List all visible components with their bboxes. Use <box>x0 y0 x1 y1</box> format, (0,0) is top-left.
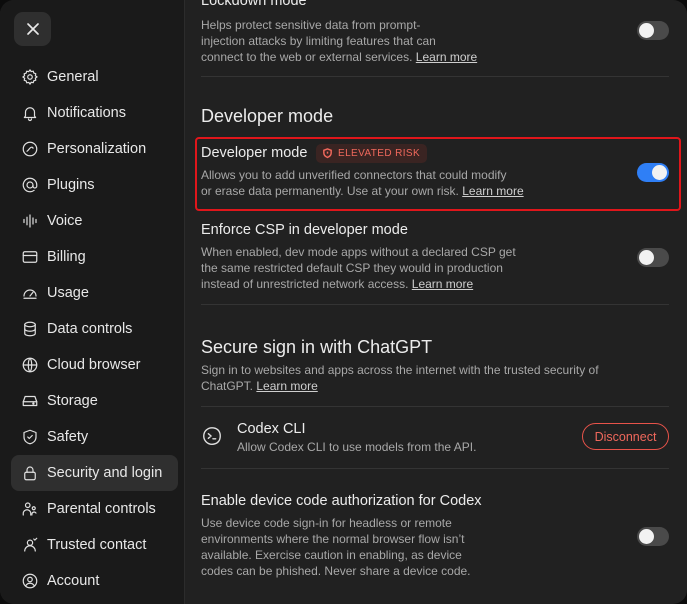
sidebar-item-notifications[interactable]: Notifications <box>11 95 178 131</box>
sidebar-item-voice[interactable]: Voice <box>11 203 178 239</box>
sidebar-item-plugins[interactable]: Plugins <box>11 167 178 203</box>
settings-content: Lockdown mode Helps protect sensitive da… <box>186 0 687 604</box>
secure-signin-learn-more-link[interactable]: Learn more <box>256 379 317 393</box>
description-line: Allows you to add unverified connectors … <box>201 168 507 182</box>
device-code-toggle[interactable] <box>637 527 669 546</box>
codex-cli-title: Codex CLI <box>237 421 306 437</box>
personalization-icon <box>21 140 39 158</box>
database-icon <box>21 320 39 338</box>
description-line: connect to the web or external services. <box>201 50 413 64</box>
description-line: instead of unrestricted network access. <box>201 277 409 291</box>
sidebar-nav: General Notifications Personalization Pl… <box>11 59 178 599</box>
lockdown-mode-title: Lockdown mode <box>201 0 307 9</box>
sidebar-item-account[interactable]: Account <box>11 563 178 599</box>
toggle-knob <box>652 165 667 180</box>
sidebar-item-label: Cloud browser <box>47 357 141 373</box>
sidebar-item-label: General <box>47 69 99 85</box>
sidebar-item-general[interactable]: General <box>11 59 178 95</box>
credit-card-icon <box>21 248 39 266</box>
description-line: ChatGPT. <box>201 379 254 393</box>
developer-mode-description: Allows you to add unverified connectors … <box>201 167 601 199</box>
sidebar-item-label: Data controls <box>47 321 133 337</box>
lockdown-mode-toggle[interactable] <box>637 21 669 40</box>
enforce-csp-title: Enforce CSP in developer mode <box>201 222 408 238</box>
sidebar-item-label: Notifications <box>47 105 126 121</box>
badge-label: ELEVATED RISK <box>338 148 421 159</box>
device-code-title: Enable device code authorization for Cod… <box>201 493 482 509</box>
description-line: available. Exercise caution in enabling,… <box>201 548 462 562</box>
disconnect-button[interactable]: Disconnect <box>582 423 669 450</box>
sidebar-item-data-controls[interactable]: Data controls <box>11 311 178 347</box>
developer-mode-section-title: Developer mode <box>201 106 334 126</box>
lock-icon <box>21 464 39 482</box>
developer-mode-learn-more-link[interactable]: Learn more <box>462 184 523 198</box>
secure-signin-description: Sign in to websites and apps across the … <box>201 362 671 394</box>
sidebar: General Notifications Personalization Pl… <box>0 0 185 604</box>
sidebar-item-label: Parental controls <box>47 501 156 517</box>
sidebar-item-security-and-login[interactable]: Security and login <box>11 455 178 491</box>
description-line: Use device code sign-in for headless or … <box>201 516 452 530</box>
divider <box>201 76 669 77</box>
sidebar-item-label: Plugins <box>47 177 95 193</box>
description-line: the same restricted default CSP they wou… <box>201 261 503 275</box>
description-line: When enabled, dev mode apps without a de… <box>201 245 516 259</box>
sidebar-item-storage[interactable]: Storage <box>11 383 178 419</box>
sidebar-item-cloud-browser[interactable]: Cloud browser <box>11 347 178 383</box>
waveform-icon <box>21 212 39 230</box>
toggle-knob <box>639 250 654 265</box>
sidebar-item-label: Usage <box>47 285 89 301</box>
sidebar-item-trusted-contact[interactable]: Trusted contact <box>11 527 178 563</box>
developer-mode-toggle[interactable] <box>637 163 669 182</box>
sidebar-item-label: Safety <box>47 429 89 445</box>
divider <box>201 406 669 407</box>
sidebar-item-label: Billing <box>47 249 86 265</box>
divider <box>201 304 669 305</box>
storage-icon <box>21 392 39 410</box>
enforce-csp-toggle[interactable] <box>637 248 669 267</box>
contact-icon <box>21 536 39 554</box>
at-sign-icon <box>21 176 39 194</box>
device-code-description: Use device code sign-in for headless or … <box>201 515 531 579</box>
parent-icon <box>21 500 39 518</box>
close-button[interactable] <box>14 12 51 46</box>
secure-signin-section-title: Secure sign in with ChatGPT <box>201 337 433 357</box>
sidebar-item-personalization[interactable]: Personalization <box>11 131 178 167</box>
account-icon <box>21 572 39 590</box>
shield-icon <box>21 428 39 446</box>
lockdown-mode-description: Helps protect sensitive data from prompt… <box>201 17 521 65</box>
codex-cli-description: Allow Codex CLI to use models from the A… <box>237 440 477 454</box>
globe-icon <box>21 356 39 374</box>
sidebar-item-label: Security and login <box>47 465 163 481</box>
toggle-knob <box>639 23 654 38</box>
description-line: Helps protect sensitive data from prompt… <box>201 18 421 32</box>
description-line: codes can be phished. Never share a devi… <box>201 564 471 578</box>
bell-icon <box>21 104 39 122</box>
enforce-csp-learn-more-link[interactable]: Learn more <box>412 277 473 291</box>
terminal-icon <box>201 425 223 447</box>
sidebar-item-label: Account <box>47 573 100 589</box>
lockdown-learn-more-link[interactable]: Learn more <box>416 50 477 64</box>
description-line: Sign in to websites and apps across the … <box>201 363 599 377</box>
sidebar-item-label: Trusted contact <box>47 537 147 553</box>
sidebar-item-safety[interactable]: Safety <box>11 419 178 455</box>
divider <box>201 468 669 469</box>
sidebar-item-label: Storage <box>47 393 98 409</box>
sidebar-item-label: Voice <box>47 213 83 229</box>
sidebar-item-parental-controls[interactable]: Parental controls <box>11 491 178 527</box>
description-line: environments where the normal browser fl… <box>201 532 465 546</box>
settings-window: General Notifications Personalization Pl… <box>0 0 687 604</box>
usage-icon <box>21 284 39 302</box>
developer-mode-title: Developer mode <box>201 145 308 161</box>
sidebar-item-billing[interactable]: Billing <box>11 239 178 275</box>
enforce-csp-description: When enabled, dev mode apps without a de… <box>201 244 601 292</box>
gear-icon <box>21 68 39 86</box>
close-icon <box>26 23 39 35</box>
toggle-knob <box>639 529 654 544</box>
description-line: or erase data permanently. Use at your o… <box>201 184 459 198</box>
elevated-risk-badge: ELEVATED RISK <box>316 144 428 163</box>
shield-alert-icon <box>323 148 332 159</box>
sidebar-item-usage[interactable]: Usage <box>11 275 178 311</box>
sidebar-item-label: Personalization <box>47 141 147 157</box>
description-line: injection attacks by limiting features t… <box>201 34 436 48</box>
